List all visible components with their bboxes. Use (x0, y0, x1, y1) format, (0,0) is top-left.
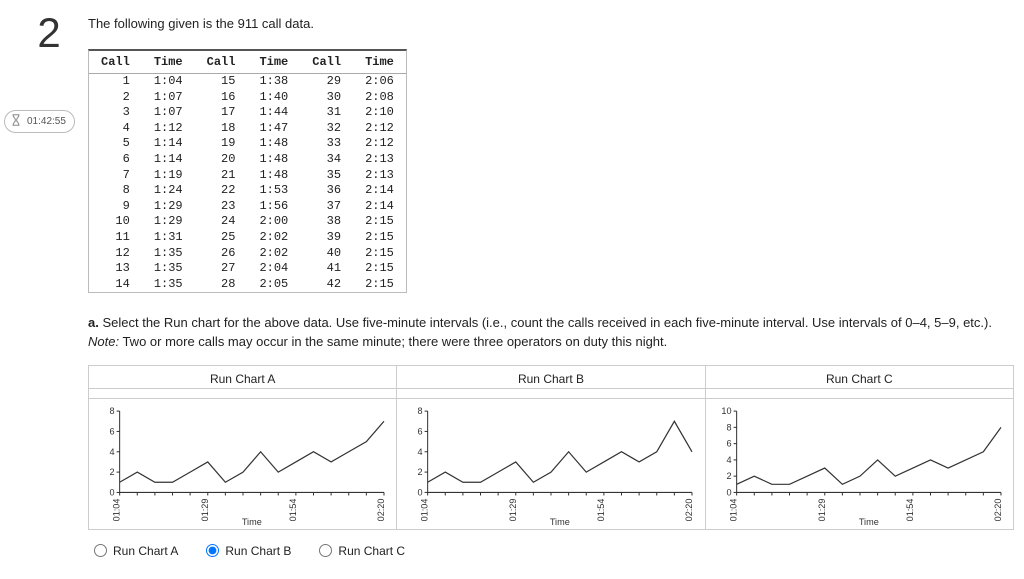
chart-b-cell: Run Chart B 0 2 4 6 8 01:04 01:29 01:54 02:20 Tim… (397, 366, 705, 529)
option-c-label: Run Chart C (338, 544, 405, 558)
table-row: 121:35262:02402:15 (89, 246, 406, 262)
table-row: 111:31252:02392:15 (89, 230, 406, 246)
svg-text:Time: Time (858, 517, 878, 527)
charts-row: Run Chart A 0 2 4 6 8 01:04 01:29 01:54 02:20 Tim… (88, 365, 1014, 530)
svg-text:2: 2 (109, 467, 114, 477)
table-row: 101:29242:00382:15 (89, 214, 406, 230)
chart-a: 0 2 4 6 8 01:04 01:29 01:54 02:20 Time (93, 405, 392, 527)
hourglass-icon (9, 113, 23, 130)
table-row: 21:07161:40302:08 (89, 90, 406, 106)
radio-b[interactable] (206, 544, 219, 557)
svg-text:10: 10 (721, 406, 731, 416)
chart-a-cell: Run Chart A 0 2 4 6 8 01:04 01:29 01:54 02:20 Tim… (89, 366, 397, 529)
svg-text:Time: Time (550, 517, 570, 527)
question-number: 2 (10, 12, 88, 54)
table-row: 61:14201:48342:13 (89, 152, 406, 168)
chart-a-title: Run Chart A (89, 366, 396, 389)
table-row: 81:24221:53362:14 (89, 183, 406, 199)
chart-b-title: Run Chart B (397, 366, 704, 389)
svg-text:6: 6 (726, 438, 731, 448)
note-body: Two or more calls may occur in the same … (119, 334, 667, 349)
svg-text:01:04: 01:04 (420, 498, 430, 521)
svg-text:01:54: 01:54 (905, 498, 915, 521)
options-group: Run Chart A Run Chart B Run Chart C (88, 544, 1014, 558)
table-row: 131:35272:04412:15 (89, 261, 406, 277)
option-b-label: Run Chart B (225, 544, 291, 558)
table-row: 141:35282:05422:15 (89, 277, 406, 293)
svg-text:01:29: 01:29 (508, 498, 518, 521)
chart-c-cell: Run Chart C 0 2 4 6 8 10 01:04 01:29 01:54 02:20 T… (706, 366, 1013, 529)
question-a: a. Select the Run chart for the above da… (88, 314, 1014, 350)
table-row: 41:12181:47322:12 (89, 121, 406, 137)
option-b[interactable]: Run Chart B (206, 544, 291, 558)
table-row: 31:07171:44312:10 (89, 105, 406, 121)
svg-text:0: 0 (418, 487, 423, 497)
table-header: Time (353, 51, 406, 74)
question-a-body: Select the Run chart for the above data.… (102, 315, 992, 330)
table-header: Call (195, 51, 248, 74)
svg-text:6: 6 (109, 426, 114, 436)
radio-a[interactable] (94, 544, 107, 557)
svg-text:6: 6 (418, 426, 423, 436)
svg-text:01:54: 01:54 (596, 498, 606, 521)
svg-text:0: 0 (726, 487, 731, 497)
svg-text:4: 4 (418, 447, 423, 457)
svg-text:01:29: 01:29 (816, 498, 826, 521)
question-a-prefix: a. (88, 315, 102, 330)
chart-c-title: Run Chart C (706, 366, 1013, 389)
svg-text:01:04: 01:04 (112, 498, 122, 521)
table-header: Time (247, 51, 300, 74)
table-header: Time (142, 51, 195, 74)
call-data-table: CallTimeCallTimeCallTime 11:04151:38292:… (88, 49, 407, 293)
chart-b: 0 2 4 6 8 01:04 01:29 01:54 02:20 Time (401, 405, 700, 527)
svg-text:2: 2 (418, 467, 423, 477)
table-row: 91:29231:56372:14 (89, 199, 406, 215)
svg-text:8: 8 (726, 422, 731, 432)
option-c[interactable]: Run Chart C (319, 544, 405, 558)
chart-c: 0 2 4 6 8 10 01:04 01:29 01:54 02:20 Time (710, 405, 1009, 527)
note-label: Note: (88, 334, 119, 349)
svg-text:8: 8 (418, 406, 423, 416)
option-a[interactable]: Run Chart A (94, 544, 178, 558)
svg-text:02:20: 02:20 (376, 498, 386, 521)
intro-text: The following given is the 911 call data… (88, 16, 1014, 31)
svg-text:02:20: 02:20 (684, 498, 694, 521)
table-header: Call (300, 51, 353, 74)
table-row: 11:04151:38292:06 (89, 74, 406, 90)
svg-text:Time: Time (242, 517, 262, 527)
svg-text:4: 4 (109, 447, 114, 457)
table-row: 51:14191:48332:12 (89, 136, 406, 152)
svg-text:01:29: 01:29 (200, 498, 210, 521)
option-a-label: Run Chart A (113, 544, 178, 558)
table-row: 71:19211:48352:13 (89, 168, 406, 184)
timer-badge: 01:42:55 (4, 110, 75, 133)
svg-text:2: 2 (726, 471, 731, 481)
svg-text:8: 8 (109, 406, 114, 416)
svg-text:02:20: 02:20 (993, 498, 1003, 521)
svg-text:0: 0 (109, 487, 114, 497)
table-header: Call (89, 51, 142, 74)
radio-c[interactable] (319, 544, 332, 557)
svg-text:01:54: 01:54 (288, 498, 298, 521)
timer-value: 01:42:55 (27, 116, 66, 127)
svg-text:01:04: 01:04 (728, 498, 738, 521)
svg-text:4: 4 (726, 455, 731, 465)
